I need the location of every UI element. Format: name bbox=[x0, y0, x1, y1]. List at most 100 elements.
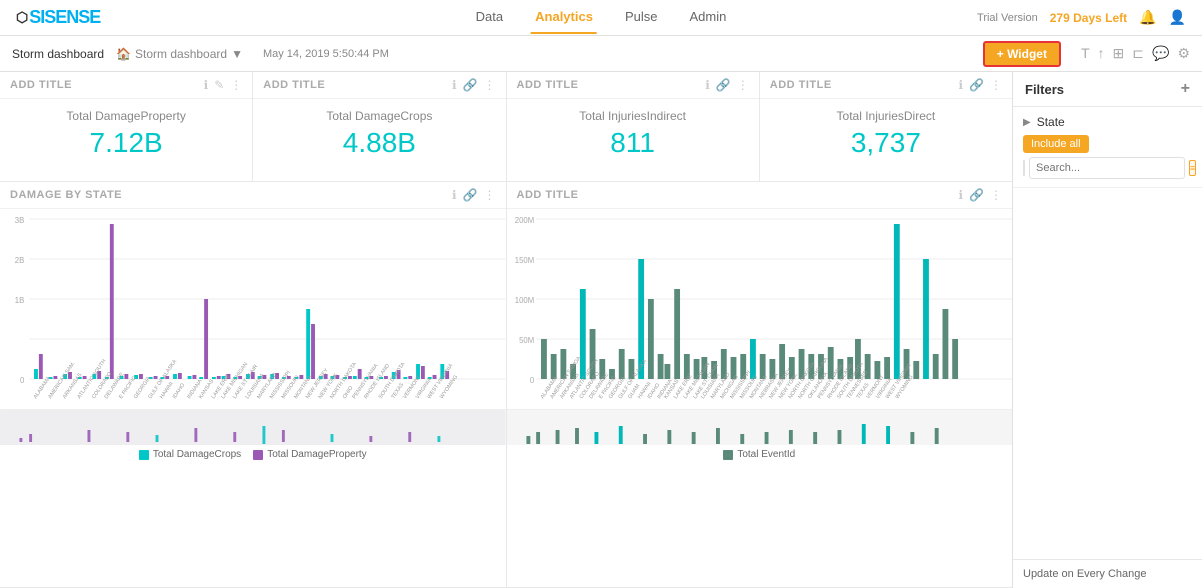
svg-text:200M: 200M bbox=[514, 216, 533, 225]
legend-label-eventid: Total EventId bbox=[737, 449, 795, 460]
app-logo: ⬡ SISENSE bbox=[16, 7, 100, 28]
widget-header-0: ADD TITLE ℹ ✎ ⋮ bbox=[0, 72, 252, 99]
legend-label-property: Total DamageProperty bbox=[267, 449, 367, 460]
svg-text:50M: 50M bbox=[519, 336, 534, 345]
stat-body-0: Total DamageProperty 7.12B bbox=[0, 99, 252, 169]
link-icon-left[interactable]: 🔗 bbox=[463, 188, 478, 202]
stat-label-1: Total DamageCrops bbox=[326, 109, 432, 123]
stat-value-0: 7.12B bbox=[90, 127, 163, 159]
stat-value-3: 3,737 bbox=[851, 127, 921, 159]
more-icon-right[interactable]: ⋮ bbox=[990, 188, 1002, 202]
trial-days: 279 Days Left bbox=[1050, 11, 1127, 25]
widget-title-1: ADD TITLE bbox=[263, 79, 325, 91]
info-icon-1[interactable]: ℹ bbox=[452, 78, 457, 92]
more-icon-0[interactable]: ⋮ bbox=[230, 78, 242, 92]
link-icon-1[interactable]: 🔗 bbox=[463, 78, 478, 92]
bar-chart-left: 3B 2B 1B 0 bbox=[0, 209, 506, 409]
user-icon[interactable]: 👤 bbox=[1169, 9, 1186, 26]
stat-row: ADD TITLE ℹ ✎ ⋮ Total DamageProperty 7.1… bbox=[0, 72, 1012, 182]
sidebar-footer: Update on Every Change bbox=[1013, 559, 1202, 588]
text-icon[interactable]: T bbox=[1081, 45, 1090, 62]
home-icon: 🏠 bbox=[116, 47, 131, 61]
widget-icons-2: ℹ 🔗 ⋮ bbox=[705, 78, 749, 92]
chart-widget-left: Damage by state ℹ 🔗 ⋮ bbox=[0, 182, 507, 587]
svg-text:0: 0 bbox=[20, 376, 25, 385]
stat-label-2: Total InjuriesIndirect bbox=[579, 109, 686, 123]
state-filter-label: State bbox=[1037, 115, 1065, 129]
more-icon-2[interactable]: ⋮ bbox=[737, 78, 749, 92]
widget-icons-1: ℹ 🔗 ⋮ bbox=[452, 78, 496, 92]
add-widget-button[interactable]: + Widget bbox=[983, 41, 1061, 67]
stat-widget-2: ADD TITLE ℹ 🔗 ⋮ Total InjuriesIndirect 8… bbox=[507, 72, 760, 181]
widget-header-1: ADD TITLE ℹ 🔗 ⋮ bbox=[253, 72, 505, 99]
state-chevron-icon[interactable]: ▶ bbox=[1023, 117, 1031, 128]
stat-widget-0: ADD TITLE ℹ ✎ ⋮ Total DamageProperty 7.1… bbox=[0, 72, 253, 181]
nav-tab-data[interactable]: Data bbox=[472, 1, 507, 34]
chart-minimap-left[interactable] bbox=[0, 409, 506, 445]
breadcrumb-text: Storm dashboard bbox=[135, 47, 227, 61]
widget-title-0: ADD TITLE bbox=[10, 79, 72, 91]
logo-icon: ⬡ bbox=[16, 9, 27, 26]
edit-icon-0[interactable]: ✎ bbox=[214, 78, 224, 92]
widget-title-3: ADD TITLE bbox=[770, 79, 832, 91]
info-icon-2[interactable]: ℹ bbox=[705, 78, 710, 92]
add-filter-icon[interactable]: + bbox=[1181, 80, 1190, 98]
include-all-button[interactable]: Include all bbox=[1023, 135, 1089, 153]
breadcrumb: 🏠 Storm dashboard ▼ bbox=[116, 47, 243, 61]
settings-icon[interactable]: ⚙ bbox=[1177, 45, 1190, 62]
widget-title-2: ADD TITLE bbox=[517, 79, 579, 91]
info-icon-3[interactable]: ℹ bbox=[958, 78, 963, 92]
link-icon-2[interactable]: 🔗 bbox=[716, 78, 731, 92]
chart-widget-right: ADD TITLE ℹ 🔗 ⋮ bbox=[507, 182, 1013, 587]
stat-widget-1: ADD TITLE ℹ 🔗 ⋮ Total DamageCrops 4.88B bbox=[253, 72, 506, 181]
legend-label-crops: Total DamageCrops bbox=[153, 449, 241, 460]
bell-icon[interactable]: 🔔 bbox=[1139, 9, 1156, 26]
content-area: ADD TITLE ℹ ✎ ⋮ Total DamageProperty 7.1… bbox=[0, 72, 1012, 588]
chart-legend-left: Total DamageCrops Total DamageProperty bbox=[0, 445, 506, 466]
toolbar-icons: T ↑ ⊞ ⊏ 💬 ⚙ bbox=[1081, 45, 1190, 62]
upload-icon[interactable]: ↑ bbox=[1098, 45, 1105, 62]
dashboard-bar: Storm dashboard 🏠 Storm dashboard ▼ May … bbox=[0, 36, 1202, 72]
more-icon-left[interactable]: ⋮ bbox=[484, 188, 496, 202]
dashboard-title: Storm dashboard bbox=[12, 47, 104, 61]
filter-options-icon[interactable]: ≡ bbox=[1189, 160, 1196, 176]
widget-header-2: ADD TITLE ℹ 🔗 ⋮ bbox=[507, 72, 759, 99]
dashboard-date: May 14, 2019 5:50:44 PM bbox=[263, 48, 389, 60]
filter-checkbox[interactable] bbox=[1023, 160, 1025, 176]
grid-icon[interactable]: ⊞ bbox=[1113, 45, 1125, 62]
comment-icon[interactable]: 💬 bbox=[1152, 45, 1169, 62]
link-icon-right[interactable]: 🔗 bbox=[969, 188, 984, 202]
state-filter-row: ▶ State bbox=[1023, 115, 1192, 129]
chart-minimap-right[interactable] bbox=[507, 409, 1013, 445]
bar-chart-right: 200M 150M 100M 50M 0 bbox=[507, 209, 1013, 409]
chart-legend-right: Total EventId bbox=[507, 445, 1013, 466]
sidebar-header: Filters + bbox=[1013, 72, 1202, 107]
stat-label-3: Total InjuriesDirect bbox=[837, 109, 936, 123]
chart-icons-right: ℹ 🔗 ⋮ bbox=[958, 188, 1002, 202]
svg-text:100M: 100M bbox=[514, 296, 533, 305]
widget-header-3: ADD TITLE ℹ 🔗 ⋮ bbox=[760, 72, 1012, 99]
info-icon-right[interactable]: ℹ bbox=[958, 188, 963, 202]
svg-text:2B: 2B bbox=[15, 256, 25, 265]
more-icon-1[interactable]: ⋮ bbox=[484, 78, 496, 92]
chart-icons-left: ℹ 🔗 ⋮ bbox=[452, 188, 496, 202]
info-icon-left[interactable]: ℹ bbox=[452, 188, 457, 202]
nav-tab-pulse[interactable]: Pulse bbox=[621, 1, 662, 34]
stat-label-0: Total DamageProperty bbox=[66, 109, 185, 123]
link-icon-3[interactable]: 🔗 bbox=[969, 78, 984, 92]
nav-tab-admin[interactable]: Admin bbox=[685, 1, 730, 34]
svg-text:3B: 3B bbox=[15, 216, 25, 225]
legend-item-crops: Total DamageCrops bbox=[139, 449, 241, 460]
filters-title: Filters bbox=[1025, 82, 1064, 97]
stat-widget-3: ADD TITLE ℹ 🔗 ⋮ Total InjuriesDirect 3,7… bbox=[760, 72, 1012, 181]
legend-item-eventid: Total EventId bbox=[723, 449, 795, 460]
chart-header-right: ADD TITLE ℹ 🔗 ⋮ bbox=[507, 182, 1013, 209]
nav-tab-analytics[interactable]: Analytics bbox=[531, 1, 597, 34]
info-icon-0[interactable]: ℹ bbox=[204, 78, 209, 92]
svg-text:0: 0 bbox=[529, 376, 534, 385]
more-icon-3[interactable]: ⋮ bbox=[990, 78, 1002, 92]
state-filter-section: ▶ State Include all ≡ bbox=[1013, 107, 1202, 188]
filter-search-input[interactable] bbox=[1029, 157, 1185, 179]
share-icon[interactable]: ⊏ bbox=[1132, 45, 1144, 62]
top-nav: ⬡ SISENSE Data Analytics Pulse Admin Tri… bbox=[0, 0, 1202, 36]
